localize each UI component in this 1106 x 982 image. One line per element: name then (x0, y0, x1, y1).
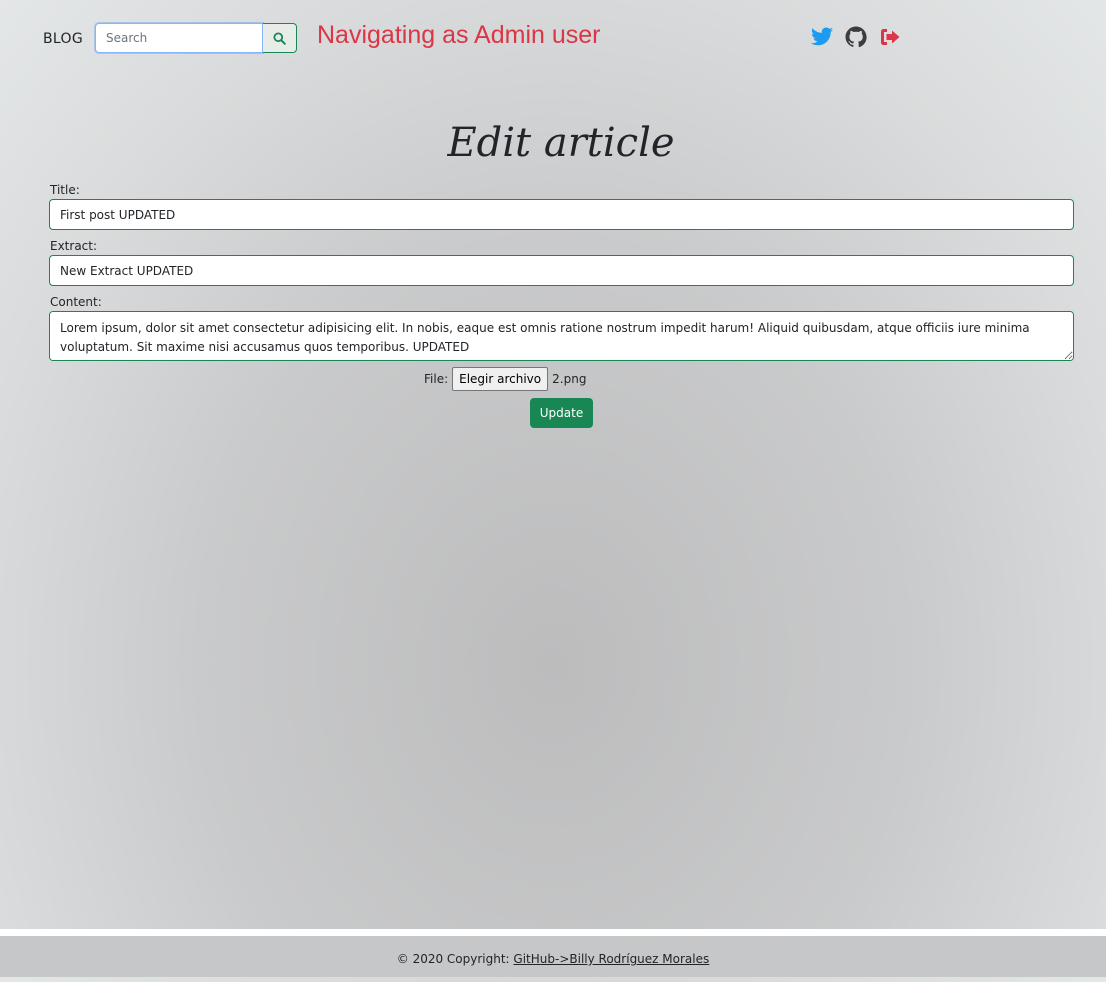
social-links (810, 25, 902, 49)
github-icon[interactable] (844, 25, 868, 49)
file-label: File: (424, 372, 449, 386)
content-label: Content: (50, 295, 102, 309)
search-input[interactable] (95, 23, 263, 53)
navbar: BLOG Navigating as Admin user (0, 0, 1106, 76)
github-author-link[interactable]: GitHub->Billy Rodríguez Morales (513, 952, 709, 966)
search-form (95, 23, 297, 53)
update-button[interactable]: Update (530, 398, 593, 428)
extract-label: Extract: (50, 239, 98, 253)
twitter-icon[interactable] (810, 25, 834, 49)
title-label: Title: (50, 183, 80, 197)
logout-icon[interactable] (878, 25, 902, 49)
content-textarea[interactable]: Lorem ipsum, dolor sit amet consectetur … (49, 311, 1074, 361)
page-title: Edit article (447, 120, 675, 166)
footer: © 2020 Copyright: GitHub->Billy Rodrígue… (0, 936, 1106, 977)
copyright-text: © 2020 Copyright: (396, 952, 514, 966)
search-button[interactable] (263, 23, 297, 53)
file-upload-row: File: Elegir archivo 2.png (424, 367, 586, 391)
extract-field[interactable] (49, 255, 1074, 286)
footer-divider (0, 929, 1106, 936)
brand-link[interactable]: BLOG (43, 31, 83, 47)
admin-status-message: Navigating as Admin user (317, 21, 601, 49)
file-name: 2.png (552, 372, 587, 386)
choose-file-button[interactable]: Elegir archivo (452, 367, 549, 391)
title-field[interactable] (49, 199, 1074, 230)
search-icon (273, 31, 286, 45)
